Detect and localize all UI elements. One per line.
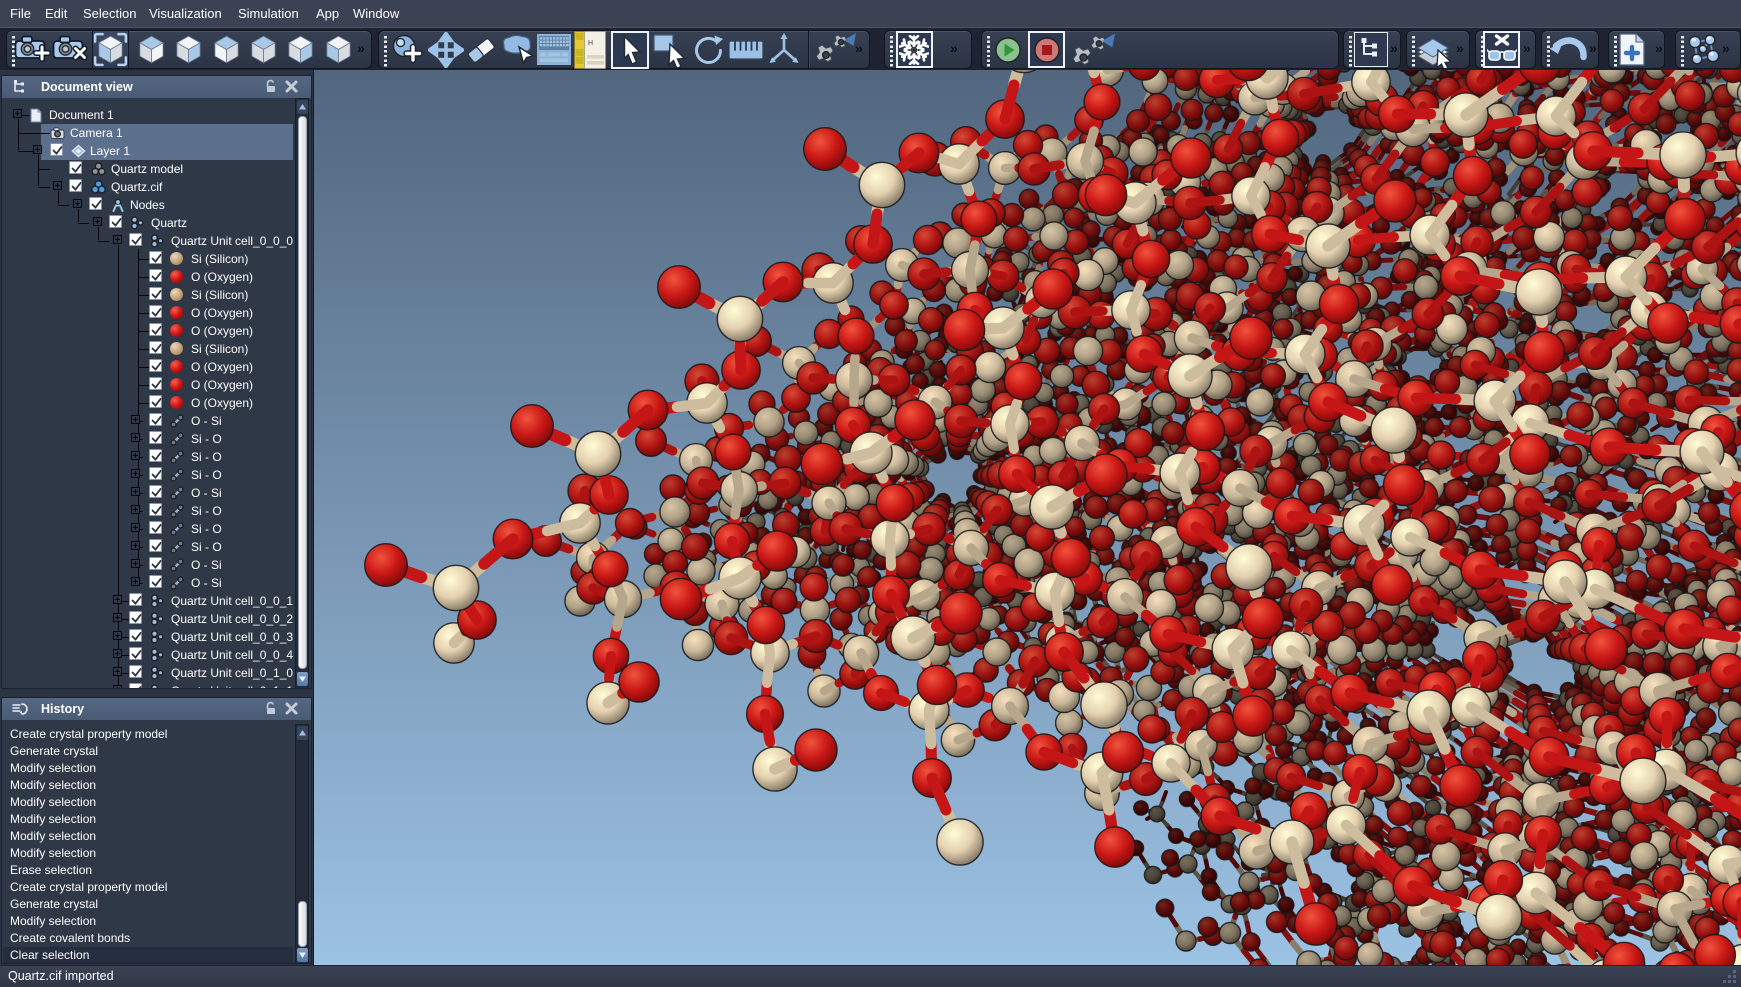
svg-text:H: H — [588, 40, 593, 47]
